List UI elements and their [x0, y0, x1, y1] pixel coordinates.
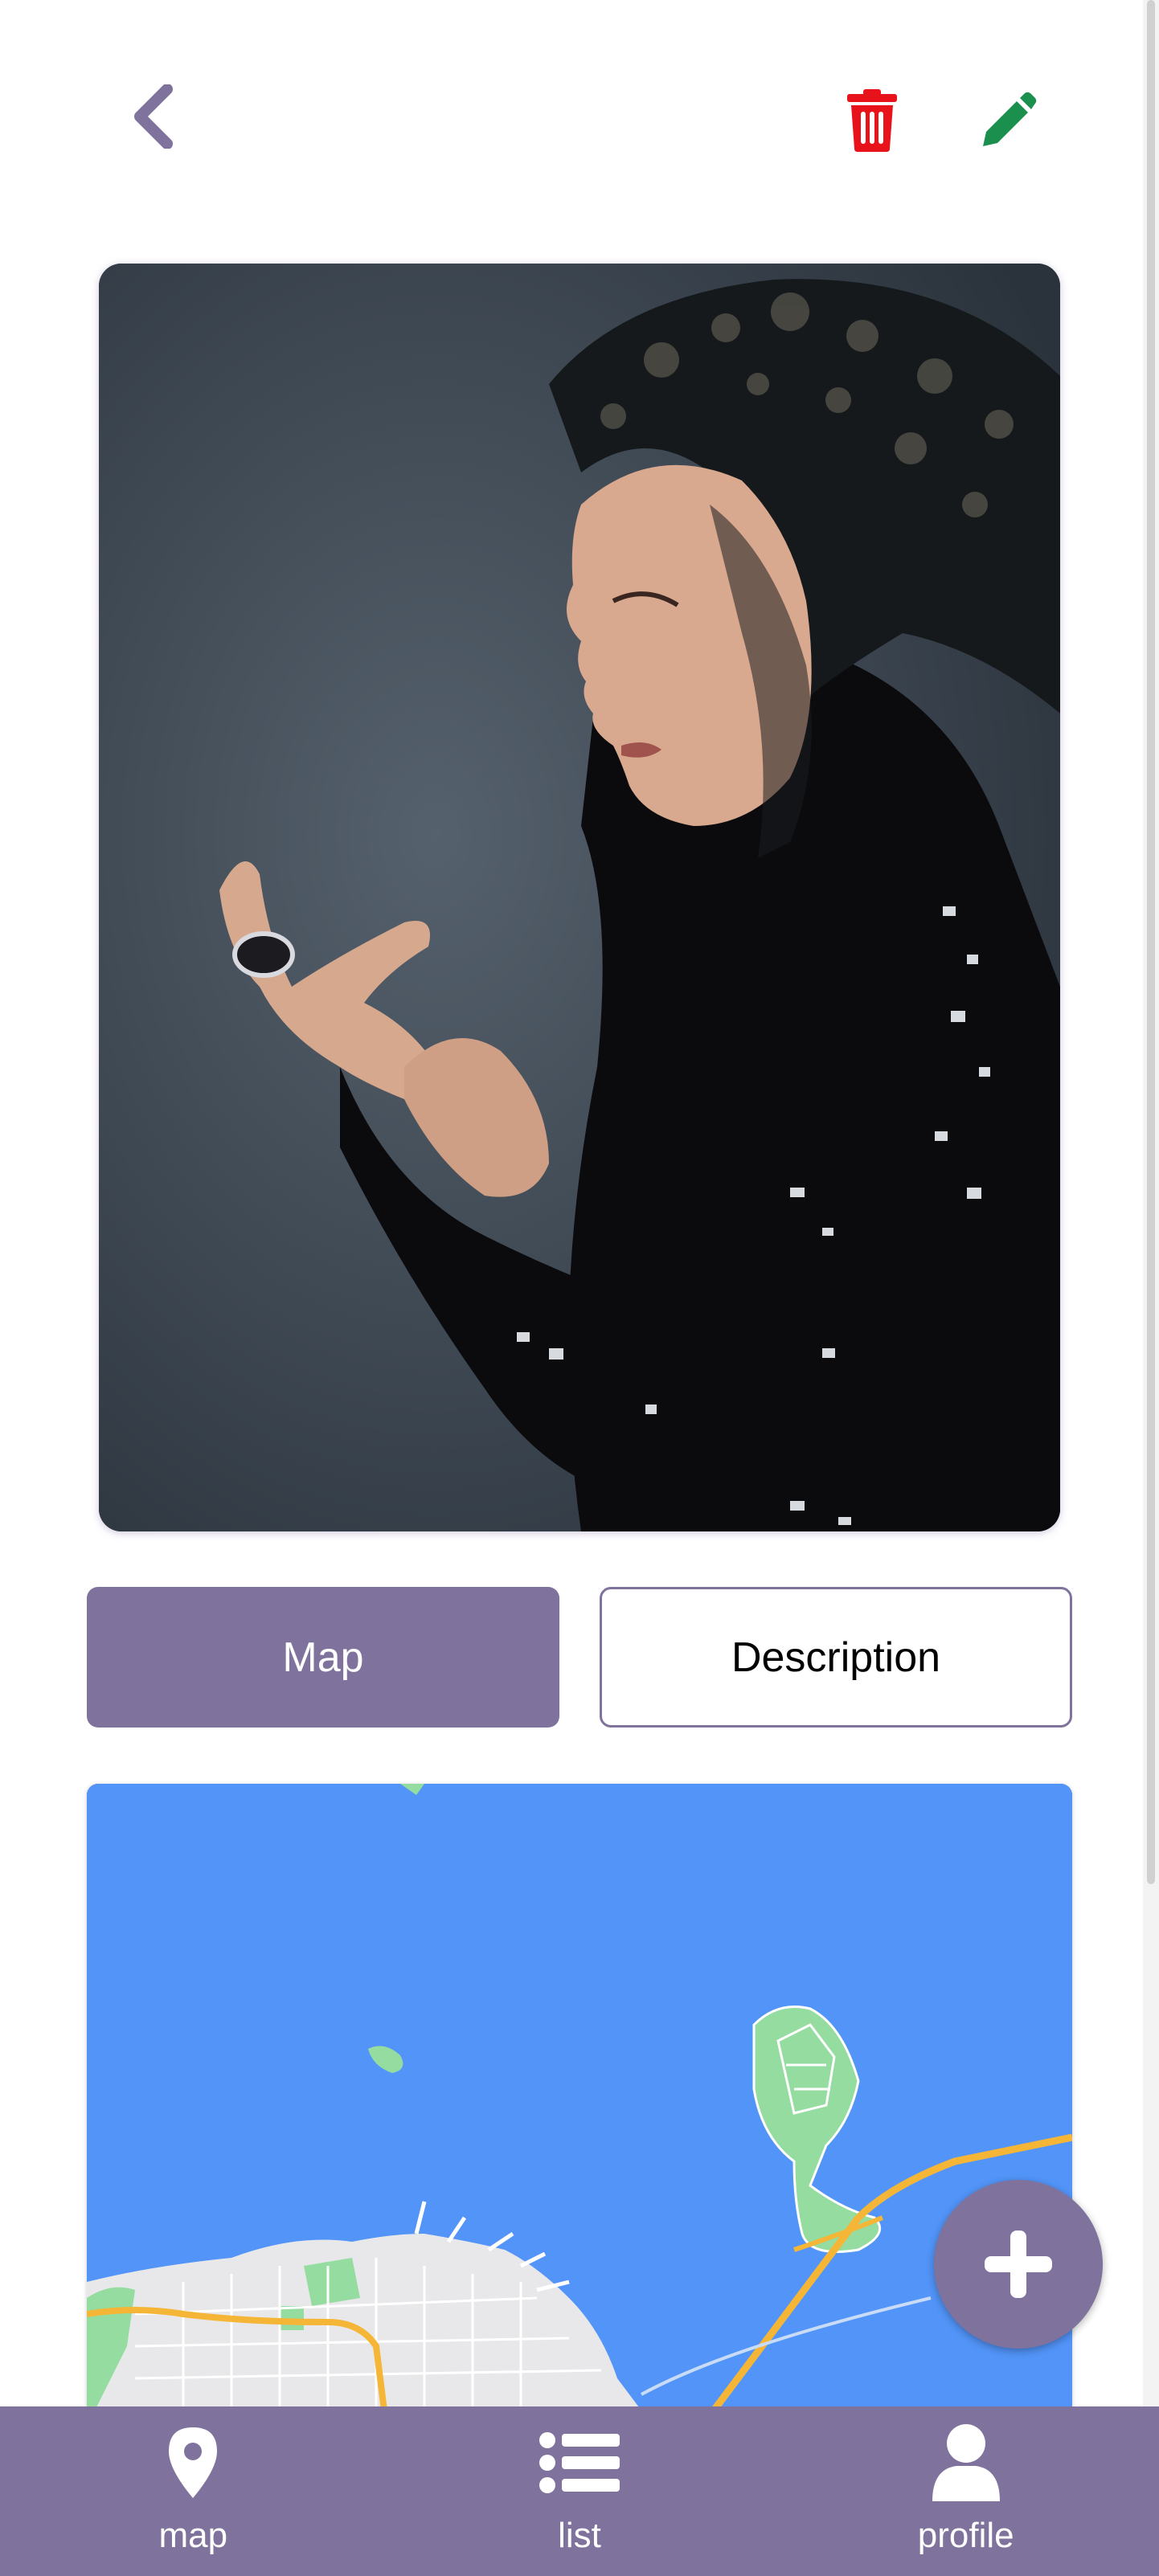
- nav-item-map-label: map: [158, 2516, 228, 2555]
- nav-item-profile[interactable]: profile: [772, 2406, 1159, 2576]
- bottom-nav: map list profile: [0, 2406, 1159, 2576]
- tab-description[interactable]: Description: [600, 1587, 1072, 1728]
- nav-item-map[interactable]: map: [0, 2406, 387, 2576]
- tab-map-label: Map: [282, 1634, 364, 1681]
- trash-icon: [847, 89, 897, 152]
- map-view[interactable]: [87, 1784, 1072, 2410]
- tab-description-label: Description: [731, 1634, 941, 1681]
- item-photo: [99, 264, 1060, 1531]
- nav-item-profile-label: profile: [917, 2516, 1014, 2555]
- plus-icon: [985, 2230, 1052, 2298]
- delete-button[interactable]: [836, 80, 908, 161]
- pencil-icon: [983, 92, 1037, 146]
- nav-item-list-label: list: [558, 2516, 601, 2555]
- back-button[interactable]: [113, 72, 193, 161]
- scrollbar[interactable]: [1143, 0, 1159, 2410]
- nav-item-list[interactable]: list: [387, 2406, 773, 2576]
- chevron-left-icon: [134, 84, 173, 149]
- scrollbar-thumb[interactable]: [1147, 0, 1155, 1884]
- top-bar: [0, 0, 1141, 241]
- map-marker-icon: [169, 2427, 218, 2498]
- list-icon: [539, 2432, 620, 2493]
- edit-button[interactable]: [969, 80, 1049, 161]
- user-icon: [932, 2424, 1000, 2501]
- add-button[interactable]: [934, 2180, 1103, 2349]
- tab-map[interactable]: Map: [87, 1587, 559, 1728]
